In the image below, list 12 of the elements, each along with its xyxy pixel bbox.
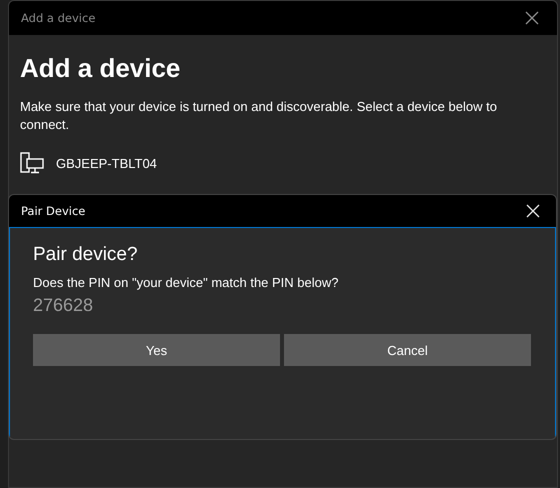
- device-name[interactable]: GBJEEP-TBLT04: [56, 156, 157, 170]
- pin-code: 276628: [33, 295, 94, 316]
- computer-icon: [20, 152, 44, 174]
- page-heading: Add a device: [20, 53, 182, 84]
- window-title: Add a device: [21, 11, 96, 25]
- dialog-title: Pair Device: [21, 204, 86, 218]
- dialog-heading: Pair device?: [33, 244, 139, 266]
- dialog-button[interactable]: Yes: [33, 334, 280, 366]
- dialog-button[interactable]: Cancel: [284, 334, 531, 366]
- instructions-text: Make sure that your device is turned on and discoverable. Select a device below to connect.: [20, 98, 498, 134]
- close-icon[interactable]: [525, 11, 539, 25]
- question-text: Does the PIN on "your device" match the PIN below?: [33, 275, 340, 290]
